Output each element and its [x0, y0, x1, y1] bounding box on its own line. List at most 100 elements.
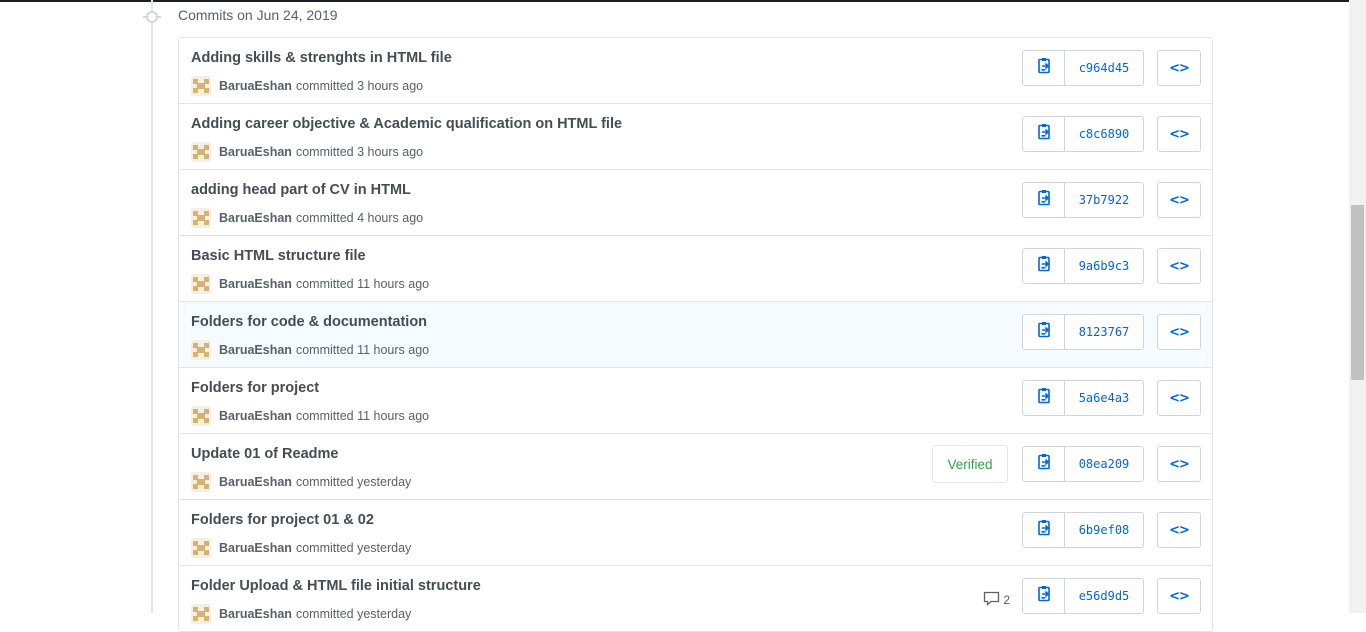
commit-sha-group: 08ea209 [1022, 446, 1144, 482]
commit-sha-link[interactable]: c964d45 [1065, 51, 1143, 85]
avatar[interactable] [191, 538, 211, 558]
commit-row: Folders for project 01 & 02 BaruaEshan c… [179, 500, 1212, 566]
code-icon: <> [1169, 522, 1190, 538]
clippy-icon [1036, 123, 1052, 145]
commit-comments-link[interactable]: 2 [983, 590, 1010, 610]
avatar[interactable] [191, 208, 211, 228]
browse-repo-button[interactable]: <> [1157, 50, 1201, 86]
commit-row: Folders for code & documentation BaruaEs… [179, 302, 1212, 368]
commit-group-title: Commits on Jun 24, 2019 [178, 7, 338, 23]
copy-sha-button[interactable] [1023, 117, 1065, 151]
commit-author-link[interactable]: BaruaEshan [219, 475, 292, 489]
commit-message-link[interactable]: Folder Upload & HTML file initial struct… [191, 578, 481, 594]
commit-message-link[interactable]: Update 01 of Readme [191, 446, 338, 462]
commit-sha-group: 5a6e4a3 [1022, 380, 1144, 416]
clippy-icon [1036, 387, 1052, 409]
avatar[interactable] [191, 274, 211, 294]
commit-time: committed yesterday [295, 541, 412, 555]
browse-repo-button[interactable]: <> [1157, 116, 1201, 152]
code-icon: <> [1169, 126, 1190, 142]
avatar[interactable] [191, 76, 211, 96]
commit-message-link[interactable]: Folders for project [191, 380, 319, 396]
commit-time: committed 11 hours ago [295, 277, 430, 291]
avatar[interactable] [191, 142, 211, 162]
code-icon: <> [1169, 456, 1190, 472]
commit-row: adding head part of CV in HTML BaruaEsha… [179, 170, 1212, 236]
commit-meta: BaruaEshan committed 11 hours ago [191, 406, 429, 426]
browse-repo-button[interactable]: <> [1157, 446, 1201, 482]
copy-sha-button[interactable] [1023, 249, 1065, 283]
comment-count: 2 [1003, 593, 1010, 607]
code-icon: <> [1169, 192, 1190, 208]
copy-sha-button[interactable] [1023, 447, 1065, 481]
avatar[interactable] [191, 472, 211, 492]
commit-time: committed 3 hours ago [295, 145, 424, 159]
copy-sha-button[interactable] [1023, 381, 1065, 415]
commit-sha-link[interactable]: e56d9d5 [1065, 579, 1143, 613]
browse-repo-button[interactable]: <> [1157, 380, 1201, 416]
code-icon: <> [1169, 324, 1190, 340]
commit-sha-link[interactable]: c8c6890 [1065, 117, 1143, 151]
commit-message-link[interactable]: Basic HTML structure file [191, 248, 366, 264]
commit-time: committed 3 hours ago [295, 79, 424, 93]
commit-message-link[interactable]: Folders for project 01 & 02 [191, 512, 374, 528]
commit-message-link[interactable]: adding head part of CV in HTML [191, 182, 411, 198]
commit-sha-link[interactable]: 37b7922 [1065, 183, 1143, 217]
commit-sha-link[interactable]: 8123767 [1065, 315, 1143, 349]
avatar[interactable] [191, 340, 211, 360]
commit-group-header: Commits on Jun 24, 2019 [0, 0, 1366, 34]
commit-meta: BaruaEshan committed 4 hours ago [191, 208, 423, 228]
commit-list: Adding skills & strenghts in HTML file B… [178, 37, 1213, 632]
commit-author-link[interactable]: BaruaEshan [219, 211, 292, 225]
commit-author-link[interactable]: BaruaEshan [219, 277, 292, 291]
clippy-icon [1036, 255, 1052, 277]
commit-row: Folders for project BaruaEshan committed… [179, 368, 1212, 434]
copy-sha-button[interactable] [1023, 183, 1065, 217]
commit-message-link[interactable]: Adding career objective & Academic quali… [191, 116, 622, 132]
commit-time: committed yesterday [295, 475, 412, 489]
commit-row: Basic HTML structure file BaruaEshan com… [179, 236, 1212, 302]
clippy-icon [1036, 57, 1052, 79]
commit-sha-link[interactable]: 9a6b9c3 [1065, 249, 1143, 283]
commit-author-link[interactable]: BaruaEshan [219, 343, 292, 357]
copy-sha-button[interactable] [1023, 315, 1065, 349]
browse-repo-button[interactable]: <> [1157, 314, 1201, 350]
browse-repo-button[interactable]: <> [1157, 578, 1201, 614]
git-commit-icon [146, 11, 158, 23]
commit-message-link[interactable]: Adding skills & strenghts in HTML file [191, 50, 452, 66]
code-icon: <> [1169, 390, 1190, 406]
copy-sha-button[interactable] [1023, 513, 1065, 547]
avatar[interactable] [191, 604, 211, 624]
clippy-icon [1036, 585, 1052, 607]
comment-icon [983, 591, 1003, 609]
verified-badge[interactable]: Verified [932, 445, 1008, 483]
copy-sha-button[interactable] [1023, 579, 1065, 613]
commit-author-link[interactable]: BaruaEshan [219, 79, 292, 93]
commit-sha-group: e56d9d5 [1022, 578, 1144, 614]
commit-meta: BaruaEshan committed 3 hours ago [191, 142, 423, 162]
commit-sha-group: 6b9ef08 [1022, 512, 1144, 548]
commit-author-link[interactable]: BaruaEshan [219, 607, 292, 621]
code-icon: <> [1169, 258, 1190, 274]
code-icon: <> [1169, 60, 1190, 76]
scrollbar[interactable] [1349, 0, 1366, 613]
browse-repo-button[interactable]: <> [1157, 182, 1201, 218]
browse-repo-button[interactable]: <> [1157, 248, 1201, 284]
commit-sha-link[interactable]: 6b9ef08 [1065, 513, 1143, 547]
commit-row: Adding skills & strenghts in HTML file B… [179, 38, 1212, 104]
commit-sha-link[interactable]: 5a6e4a3 [1065, 381, 1143, 415]
copy-sha-button[interactable] [1023, 51, 1065, 85]
commit-author-link[interactable]: BaruaEshan [219, 541, 292, 555]
commit-sha-link[interactable]: 08ea209 [1065, 447, 1143, 481]
scrollbar-thumb[interactable] [1351, 205, 1364, 380]
avatar[interactable] [191, 406, 211, 426]
commit-sha-group: 9a6b9c3 [1022, 248, 1144, 284]
commit-author-link[interactable]: BaruaEshan [219, 409, 292, 423]
commit-row: Update 01 of Readme BaruaEshan committed… [179, 434, 1212, 500]
browse-repo-button[interactable]: <> [1157, 512, 1201, 548]
commit-author-link[interactable]: BaruaEshan [219, 145, 292, 159]
commit-message-link[interactable]: Folders for code & documentation [191, 314, 427, 330]
clippy-icon [1036, 453, 1052, 475]
commit-meta: BaruaEshan committed yesterday [191, 472, 411, 492]
commit-meta: BaruaEshan committed 3 hours ago [191, 76, 423, 96]
